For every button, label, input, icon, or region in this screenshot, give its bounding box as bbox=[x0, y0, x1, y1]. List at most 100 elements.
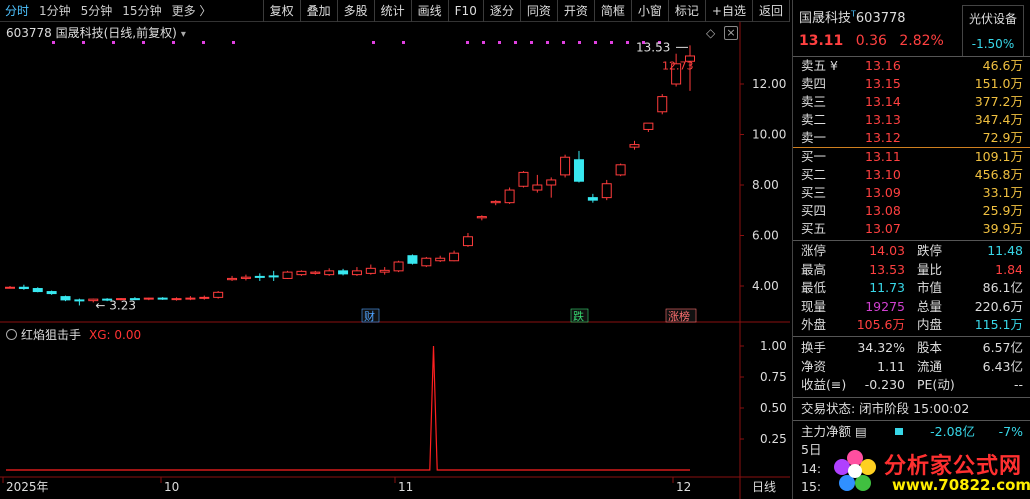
indicator-toggle-icon[interactable] bbox=[6, 329, 17, 340]
candle bbox=[74, 298, 85, 306]
tab-timeframe-15min[interactable]: 15分钟 bbox=[117, 0, 166, 22]
stat-value: 34.32% bbox=[857, 340, 905, 355]
stat-value: 86.1亿 bbox=[982, 280, 1023, 295]
candle bbox=[657, 94, 668, 115]
last-label: 12.73 bbox=[662, 60, 694, 73]
buy-volume: 39.9万 bbox=[982, 221, 1023, 236]
stat-value: 105.6万 bbox=[856, 317, 905, 332]
chart-title-text: 603778 国晟科技(日线,前复权) bbox=[6, 26, 177, 40]
ind-tick-label: 1.00 bbox=[760, 339, 787, 353]
candle-body bbox=[407, 255, 418, 264]
trade-status-row: 交易状态: 闭市阶段 15:00:02 bbox=[793, 400, 1030, 418]
more-timeframes-button[interactable]: 更多 〉 bbox=[167, 0, 217, 22]
candle bbox=[240, 274, 251, 281]
buy-label: 买五 bbox=[801, 221, 827, 236]
candle bbox=[601, 179, 612, 201]
statistics-button[interactable]: 统计 bbox=[373, 0, 411, 22]
same-capital-button[interactable]: 同资 bbox=[519, 0, 557, 22]
candle bbox=[407, 254, 418, 265]
last-price: 13.11 bbox=[799, 33, 844, 49]
candle bbox=[143, 297, 154, 301]
candle-body bbox=[18, 286, 29, 290]
stat-label: 总量 bbox=[917, 298, 943, 314]
simple-frame-button[interactable]: 简框 bbox=[593, 0, 631, 22]
small-window-button[interactable]: 小窗 bbox=[630, 0, 668, 22]
tab-timeframe-1min[interactable]: 1分钟 bbox=[34, 0, 76, 22]
buy-price: 13.07 bbox=[865, 221, 901, 236]
open-capital-button[interactable]: 开资 bbox=[556, 0, 594, 22]
candle-body bbox=[240, 276, 251, 279]
industry-box[interactable]: 光伏设备 -1.50% bbox=[962, 5, 1024, 57]
candle bbox=[393, 260, 404, 273]
tab-timeframe-5min[interactable]: 5分钟 bbox=[76, 0, 118, 22]
add-watchlist-button[interactable]: +自选 bbox=[704, 0, 752, 22]
adjust-button[interactable]: 复权 bbox=[262, 0, 300, 22]
event-dot bbox=[530, 41, 533, 44]
event-dot bbox=[232, 41, 235, 44]
y-axis-ticks: 12.00 10.00 8.00 6.00 4.00 1.00 0.75 0.50 0.25 bbox=[740, 77, 787, 446]
draw-line-button[interactable]: 画线 bbox=[410, 0, 448, 22]
event-dot bbox=[562, 41, 565, 44]
chevron-down-icon[interactable]: ▾ bbox=[181, 29, 186, 40]
kline-chart-panel[interactable]: 13.53 12.73 ← 3.23 财 跌 涨榜 12.00 10.00 8.00 6.00 4… bbox=[0, 22, 790, 499]
candle bbox=[518, 171, 529, 188]
buy-volume: 456.8万 bbox=[974, 167, 1023, 182]
candle-body bbox=[449, 252, 460, 262]
candle-body bbox=[657, 96, 668, 113]
back-button[interactable]: 返回 bbox=[751, 0, 790, 22]
buy-price: 13.11 bbox=[865, 149, 901, 164]
main-flow-pct: -7% bbox=[998, 424, 1023, 439]
candle-body bbox=[587, 197, 598, 201]
candle-body bbox=[213, 291, 224, 298]
event-dot bbox=[172, 41, 175, 44]
diamond-icon[interactable]: ◇ bbox=[706, 26, 715, 40]
sell-price: 13.16 bbox=[865, 58, 901, 73]
stat-row: 外盘 105.6万 内盘 115.1万 bbox=[793, 316, 1030, 334]
candle-body bbox=[46, 291, 57, 295]
mark-button[interactable]: 标记 bbox=[667, 0, 705, 22]
f10-button[interactable]: F10 bbox=[447, 0, 483, 22]
stat-label: 最低 bbox=[801, 280, 827, 295]
event-dot bbox=[112, 41, 115, 44]
chart-title: 603778 国晟科技(日线,前复权) ▾ bbox=[6, 24, 186, 41]
candle-body bbox=[157, 297, 168, 300]
buy-row: 买三 13.09 33.1万 bbox=[793, 184, 1030, 202]
close-icon[interactable]: × bbox=[724, 26, 738, 40]
tick-button[interactable]: 逐分 bbox=[482, 0, 520, 22]
x-tick-label: 2025年 bbox=[6, 480, 49, 494]
stat-label: 换手 bbox=[801, 340, 827, 355]
candle bbox=[268, 270, 279, 281]
event-dot bbox=[578, 41, 581, 44]
candle-body bbox=[643, 122, 654, 130]
sell-label: 卖二 bbox=[801, 112, 827, 127]
buy-row: 买四 13.08 25.9万 bbox=[793, 202, 1030, 220]
candle bbox=[32, 287, 43, 293]
stat-value: 19275 bbox=[865, 298, 905, 314]
buy-price: 13.09 bbox=[865, 185, 901, 200]
sell-row: 卖二 13.13 347.4万 bbox=[793, 111, 1030, 129]
event-dot bbox=[402, 41, 405, 44]
candle-body bbox=[351, 270, 362, 276]
multi-stock-button[interactable]: 多股 bbox=[336, 0, 374, 22]
candle-body bbox=[324, 270, 335, 276]
kline-chart[interactable]: 13.53 12.73 ← 3.23 财 跌 涨榜 12.00 10.00 8.00 6.00 4… bbox=[0, 22, 790, 499]
event-dot bbox=[466, 41, 469, 44]
event-dot bbox=[546, 41, 549, 44]
overlay-button[interactable]: 叠加 bbox=[299, 0, 337, 22]
ind-tick-label: 0.75 bbox=[760, 370, 787, 384]
stat-value: 11.73 bbox=[869, 280, 905, 295]
y-tick-label: 4.00 bbox=[752, 279, 779, 293]
candle bbox=[199, 295, 210, 300]
period-label: 日线 bbox=[752, 480, 776, 494]
candle bbox=[490, 200, 501, 206]
stat-label: 涨停 bbox=[801, 243, 827, 258]
sell-row: 卖四 13.15 151.0万 bbox=[793, 75, 1030, 93]
indicator-name[interactable]: 红焰狙击手 bbox=[21, 328, 81, 342]
tab-timeframe-minute[interactable]: 分时 bbox=[0, 0, 34, 22]
stat-label: PE(动) bbox=[917, 377, 955, 392]
sell-row: 卖一 13.12 72.9万 bbox=[793, 129, 1030, 147]
y-tick-label: 10.00 bbox=[752, 128, 786, 142]
candle bbox=[310, 270, 321, 275]
industry-name[interactable]: 光伏设备 bbox=[963, 10, 1023, 27]
sell-volume: 72.9万 bbox=[982, 130, 1023, 145]
